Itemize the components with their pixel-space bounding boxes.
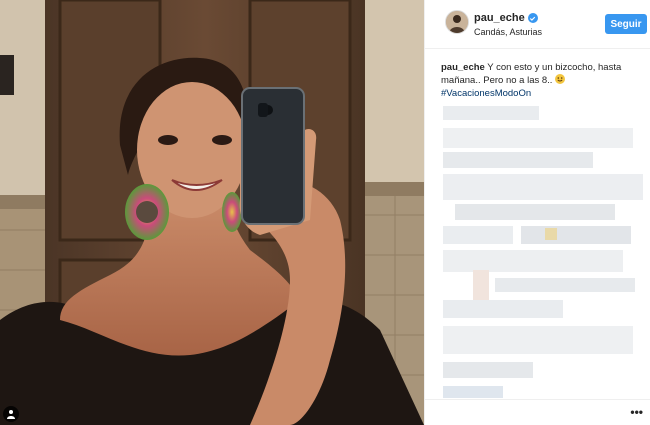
location-link[interactable]: Candás, Asturias [474,27,542,37]
smiley-emoji-icon [555,74,566,84]
blurred-highlight [545,228,557,240]
blurred-comment [443,152,593,168]
blurred-comment [443,250,623,272]
blurred-comment [443,174,643,200]
blurred-comment [443,226,513,244]
post-photo[interactable] [0,0,424,425]
post-caption: pau_eche Y con esto y un bizcocho, hasta… [441,61,641,100]
blurred-comment [495,278,635,292]
post-sidebar: pau_eche Candás, Asturias Seguir pau_ech… [424,0,650,425]
tagged-users-icon[interactable] [3,406,19,422]
blurred-comment [443,362,533,378]
selfie-image [0,0,424,425]
blurred-comment [521,226,631,244]
verified-badge-icon [527,13,538,23]
follow-button[interactable]: Seguir [605,14,647,34]
blurred-comment [455,204,615,220]
blurred-comment [443,326,633,354]
post-footer: ••• [425,399,650,425]
blurred-highlight [473,270,489,302]
post-author: pau_eche [474,12,538,24]
more-options-icon[interactable]: ••• [630,406,643,418]
avatar[interactable] [445,10,469,34]
username-link[interactable]: pau_eche [474,12,525,24]
hashtag-link[interactable]: #VacacionesModoOn [441,87,641,100]
blurred-comment [443,128,633,148]
blurred-comment [443,386,503,398]
blurred-comment [443,106,539,120]
post-header: pau_eche Candás, Asturias Seguir [425,0,650,49]
blurred-comment [443,300,563,318]
blurred-comments [425,100,650,400]
caption-username[interactable]: pau_eche [441,62,485,73]
